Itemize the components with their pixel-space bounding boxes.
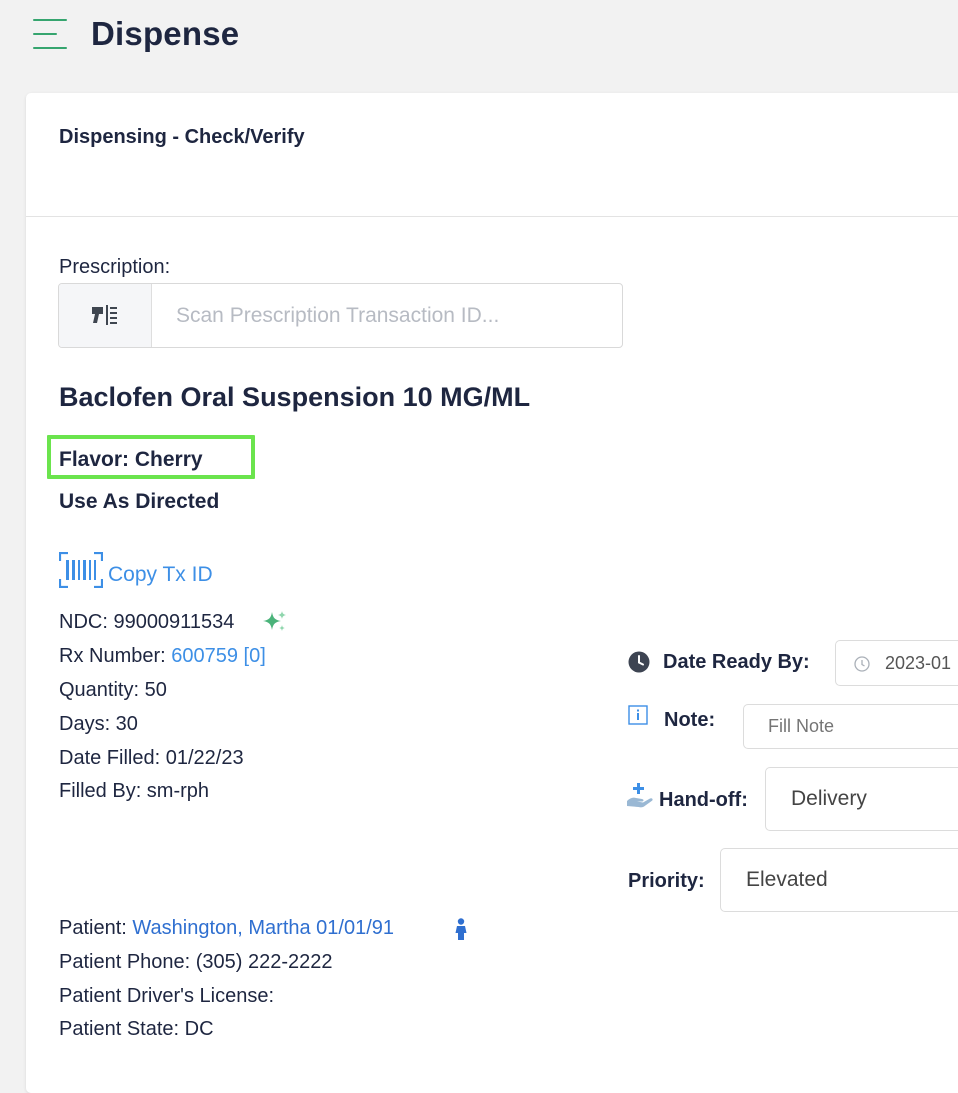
- patient-phone-text: Patient Phone: (305) 222-2222: [59, 951, 333, 973]
- card-title: Dispensing - Check/Verify: [59, 126, 305, 148]
- note-field: [743, 704, 958, 749]
- prescription-label: Prescription:: [59, 256, 171, 278]
- date-filled-text: Date Filled: 01/22/23: [59, 747, 244, 769]
- days-text: Days: 30: [59, 713, 138, 735]
- rx-number-link[interactable]: 600759 [0]: [171, 645, 266, 667]
- ndc-text: NDC: 99000911534: [59, 611, 235, 633]
- filled-by-text: Filled By: sm-rph: [59, 780, 210, 802]
- patient-license-text: Patient Driver's License:: [59, 985, 275, 1007]
- note-label: Note:: [664, 709, 716, 731]
- prescription-scan-input[interactable]: [152, 284, 622, 347]
- hamburger-menu-icon[interactable]: [33, 19, 67, 49]
- hand-with-plus-icon: [627, 783, 653, 808]
- page-title: Dispense: [91, 15, 240, 52]
- note-input[interactable]: [744, 705, 958, 748]
- sparkle-icon[interactable]: [262, 609, 288, 635]
- clock-outline-icon: [854, 656, 870, 672]
- card-divider: [26, 216, 958, 217]
- priority-value: Elevated: [746, 868, 828, 891]
- barcode-scanner-icon[interactable]: [59, 284, 152, 347]
- drug-flavor: Flavor: Cherry: [59, 448, 203, 471]
- date-ready-field[interactable]: 2023-01: [835, 640, 958, 686]
- rx-number-label: Rx Number:: [59, 645, 172, 667]
- patient-state-text: Patient State: DC: [59, 1018, 214, 1040]
- clock-icon: [628, 651, 650, 673]
- handoff-select[interactable]: Delivery: [765, 767, 958, 831]
- patient-link[interactable]: Washington, Martha 01/01/91: [132, 917, 394, 939]
- patient-row: Patient: Washington, Martha 01/01/91: [59, 917, 394, 940]
- date-ready-value: 2023-01: [885, 653, 952, 673]
- handoff-value: Delivery: [791, 787, 867, 810]
- prescription-input-group: [58, 283, 623, 348]
- date-ready-label: Date Ready By:: [663, 651, 810, 673]
- priority-label: Priority:: [628, 870, 705, 892]
- top-bar: Dispense: [0, 0, 958, 92]
- priority-select[interactable]: Elevated: [720, 848, 958, 912]
- quantity-text: Quantity: 50: [59, 679, 167, 701]
- info-icon: [628, 705, 648, 725]
- copy-tx-id-label: Copy Tx ID: [108, 563, 213, 586]
- handoff-label: Hand-off:: [659, 789, 748, 811]
- person-icon: [455, 918, 467, 940]
- drug-directions: Use As Directed: [59, 490, 220, 513]
- dispense-card: Dispensing - Check/Verify Prescription: …: [26, 93, 958, 1093]
- barcode-icon: [59, 552, 103, 588]
- drug-name: Baclofen Oral Suspension 10 MG/ML: [59, 382, 531, 412]
- rx-number-row: Rx Number: 600759 [0]: [59, 645, 266, 668]
- patient-label: Patient:: [59, 917, 133, 939]
